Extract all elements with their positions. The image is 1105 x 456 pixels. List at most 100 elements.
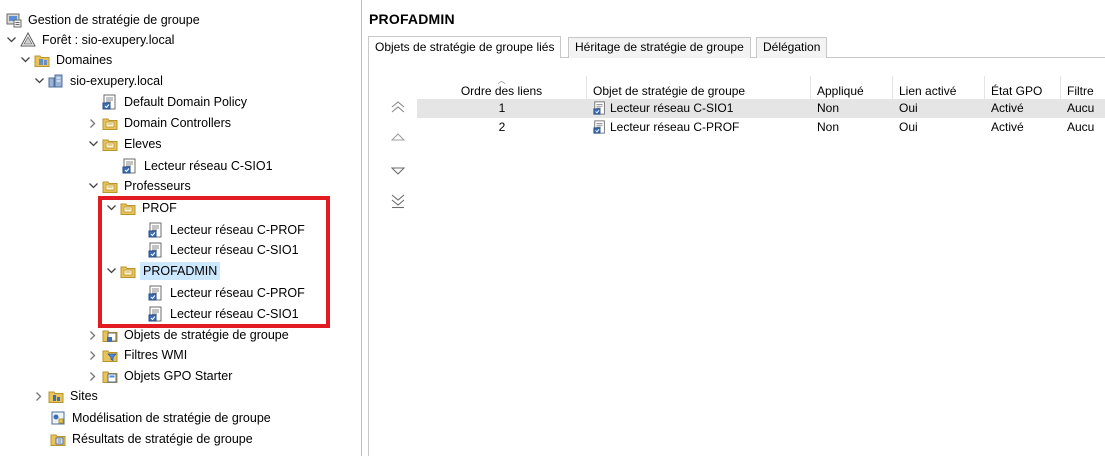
chevron-right-icon[interactable]: [86, 113, 100, 133]
tree-item-label: Forêt : sio-exupery.local: [42, 33, 175, 47]
chevron-right-icon[interactable]: [86, 345, 100, 365]
tree-item-ou-professeurs[interactable]: Professeurs: [86, 176, 193, 196]
ou-folder-icon: [120, 200, 136, 216]
gpo-link-icon: [148, 242, 164, 258]
sort-ascending-icon: ︿: [497, 76, 506, 85]
table-row[interactable]: 1 Lecteur réseau C-SIO1 Non Oui Activé A…: [417, 99, 1105, 118]
forest-icon: [20, 32, 36, 47]
tree-item-label: PROF: [142, 201, 177, 215]
chevron-down-icon[interactable]: [104, 261, 118, 281]
cell-gpo-label: Lecteur réseau C-SIO1: [610, 101, 734, 115]
tree-item-domain[interactable]: sio-exupery.local: [32, 71, 165, 91]
cell-link-enabled: Oui: [899, 101, 918, 115]
column-header-label: Ordre des liens: [460, 84, 543, 98]
tree-item-label: sio-exupery.local: [70, 74, 163, 88]
tree-item-label: Lecteur réseau C-PROF: [170, 286, 305, 300]
gpo-folder-icon: [102, 327, 118, 343]
cell-enforced: Non: [817, 120, 840, 134]
chevron-down-icon[interactable]: [32, 71, 46, 91]
domains-icon: [34, 55, 50, 67]
gpm-console-icon: [6, 13, 22, 28]
tree-item-ou-prof[interactable]: PROF: [104, 198, 179, 218]
cell-enforced: Non: [817, 101, 840, 115]
cell-filter: Aucu: [1067, 120, 1095, 134]
tree-item-label: Modélisation de stratégie de groupe: [72, 411, 271, 425]
cell-gpo-status: Activé: [991, 101, 1024, 115]
cell-order: 1: [498, 101, 506, 115]
gpo-link-icon: [593, 101, 607, 115]
move-to-top-button[interactable]: [389, 98, 407, 116]
tree-item-domains[interactable]: Domaines: [18, 50, 114, 70]
tree-item-sites[interactable]: Sites: [32, 386, 100, 406]
details-pane: PROFADMIN Objets de stratégie de groupe …: [363, 0, 1105, 456]
tree-item-starter-gpos[interactable]: Objets GPO Starter: [86, 366, 234, 386]
ou-folder-icon: [102, 136, 118, 152]
tree-item-label: Objets de stratégie de groupe: [124, 328, 289, 342]
cell-gpo: Lecteur réseau C-SIO1: [587, 99, 811, 118]
cell-gpo-status: Activé: [991, 120, 1024, 134]
tree-item-label: Lecteur réseau C-PROF: [170, 223, 305, 237]
tree-item-domain-controllers[interactable]: Domain Controllers: [86, 113, 233, 133]
ou-folder-icon: [102, 178, 118, 194]
tree-item-ou-eleves[interactable]: Eleves: [86, 134, 164, 154]
starter-gpo-icon: [102, 371, 118, 383]
gpo-link-icon: [122, 158, 138, 174]
chevron-down-icon[interactable]: [18, 50, 32, 70]
cell-link-enabled: Oui: [899, 120, 918, 134]
tree-item-label: Filtres WMI: [124, 348, 188, 362]
move-to-bottom-button[interactable]: [389, 192, 407, 210]
tree-item-default-domain-policy[interactable]: Default Domain Policy: [100, 92, 249, 112]
chevron-down-icon[interactable]: [86, 134, 100, 154]
tree-item-gpm-root[interactable]: Gestion de stratégie de groupe: [4, 10, 202, 30]
tree-item-eleves-gpo-link[interactable]: Lecteur réseau C-SIO1: [120, 156, 275, 176]
tree-item-label: Default Domain Policy: [124, 95, 247, 109]
tab-gp-inheritance[interactable]: Héritage de stratégie de groupe: [568, 37, 751, 58]
tree-item-label: PROFADMIN: [140, 262, 221, 280]
tree-item-profadmin-gpo-link-1[interactable]: Lecteur réseau C-PROF: [146, 283, 307, 303]
move-up-button[interactable]: [389, 128, 407, 146]
cell-gpo: Lecteur réseau C-PROF: [587, 118, 811, 137]
chevron-down-icon[interactable]: [4, 30, 18, 50]
move-up-icon: [391, 133, 405, 141]
tree-item-label: Domaines: [56, 53, 113, 67]
tab-strip: Objets de stratégie de groupe liés Hérit…: [368, 36, 1105, 58]
move-bottom-icon: [391, 194, 405, 209]
tree-item-gp-modeling[interactable]: Modélisation de stratégie de groupe: [48, 408, 273, 428]
tree-item-forest[interactable]: Forêt : sio-exupery.local: [4, 30, 176, 50]
tree-item-profadmin-gpo-link-2[interactable]: Lecteur réseau C-SIO1: [146, 304, 301, 324]
gpo-link-icon: [102, 94, 118, 110]
gp-results-icon: [50, 434, 66, 446]
domain-icon: [48, 74, 63, 88]
tree-item-label: Professeurs: [124, 179, 191, 193]
tree-item-label: Résultats de stratégie de groupe: [72, 432, 253, 446]
tree-item-prof-gpo-link-1[interactable]: Lecteur réseau C-PROF: [146, 220, 307, 240]
tree-item-label: Domain Controllers: [124, 116, 231, 130]
move-down-button[interactable]: [389, 162, 407, 180]
chevron-right-icon[interactable]: [86, 366, 100, 386]
tree-item-gp-results[interactable]: Résultats de stratégie de groupe: [48, 429, 255, 449]
gpo-link-icon: [593, 120, 607, 134]
tree-item-prof-gpo-link-2[interactable]: Lecteur réseau C-SIO1: [146, 240, 301, 260]
tree-item-wmi-filters[interactable]: Filtres WMI: [86, 345, 189, 365]
chevron-right-icon[interactable]: [32, 386, 46, 406]
chevron-right-icon[interactable]: [86, 325, 100, 345]
tree-item-label: Lecteur réseau C-SIO1: [170, 243, 299, 257]
tree-item-ou-profadmin[interactable]: PROFADMIN: [104, 261, 221, 281]
tree-item-gpo-objects[interactable]: Objets de stratégie de groupe: [86, 325, 291, 345]
cell-order: 2: [498, 120, 506, 134]
tab-linked-gpos[interactable]: Objets de stratégie de groupe liés: [368, 36, 562, 58]
table-row[interactable]: 2 Lecteur réseau C-PROF Non Oui Activé A…: [417, 118, 1105, 137]
gpo-link-icon: [148, 222, 164, 238]
tree-item-label: Lecteur réseau C-SIO1: [170, 307, 299, 321]
chevron-down-icon[interactable]: [104, 198, 118, 218]
tree-item-label: Eleves: [124, 137, 162, 151]
cell-gpo-label: Lecteur réseau C-PROF: [610, 120, 740, 134]
move-down-icon: [391, 167, 405, 175]
chevron-down-icon[interactable]: [86, 176, 100, 196]
gp-modeling-icon: [51, 411, 65, 425]
tab-delegation[interactable]: Délégation: [756, 37, 828, 58]
page-title: PROFADMIN: [369, 11, 455, 27]
ou-folder-icon: [120, 263, 136, 279]
ou-folder-icon: [102, 115, 118, 131]
linked-gpos-panel: ︿ Ordre des liens Objet de stratégie de …: [368, 58, 1105, 456]
